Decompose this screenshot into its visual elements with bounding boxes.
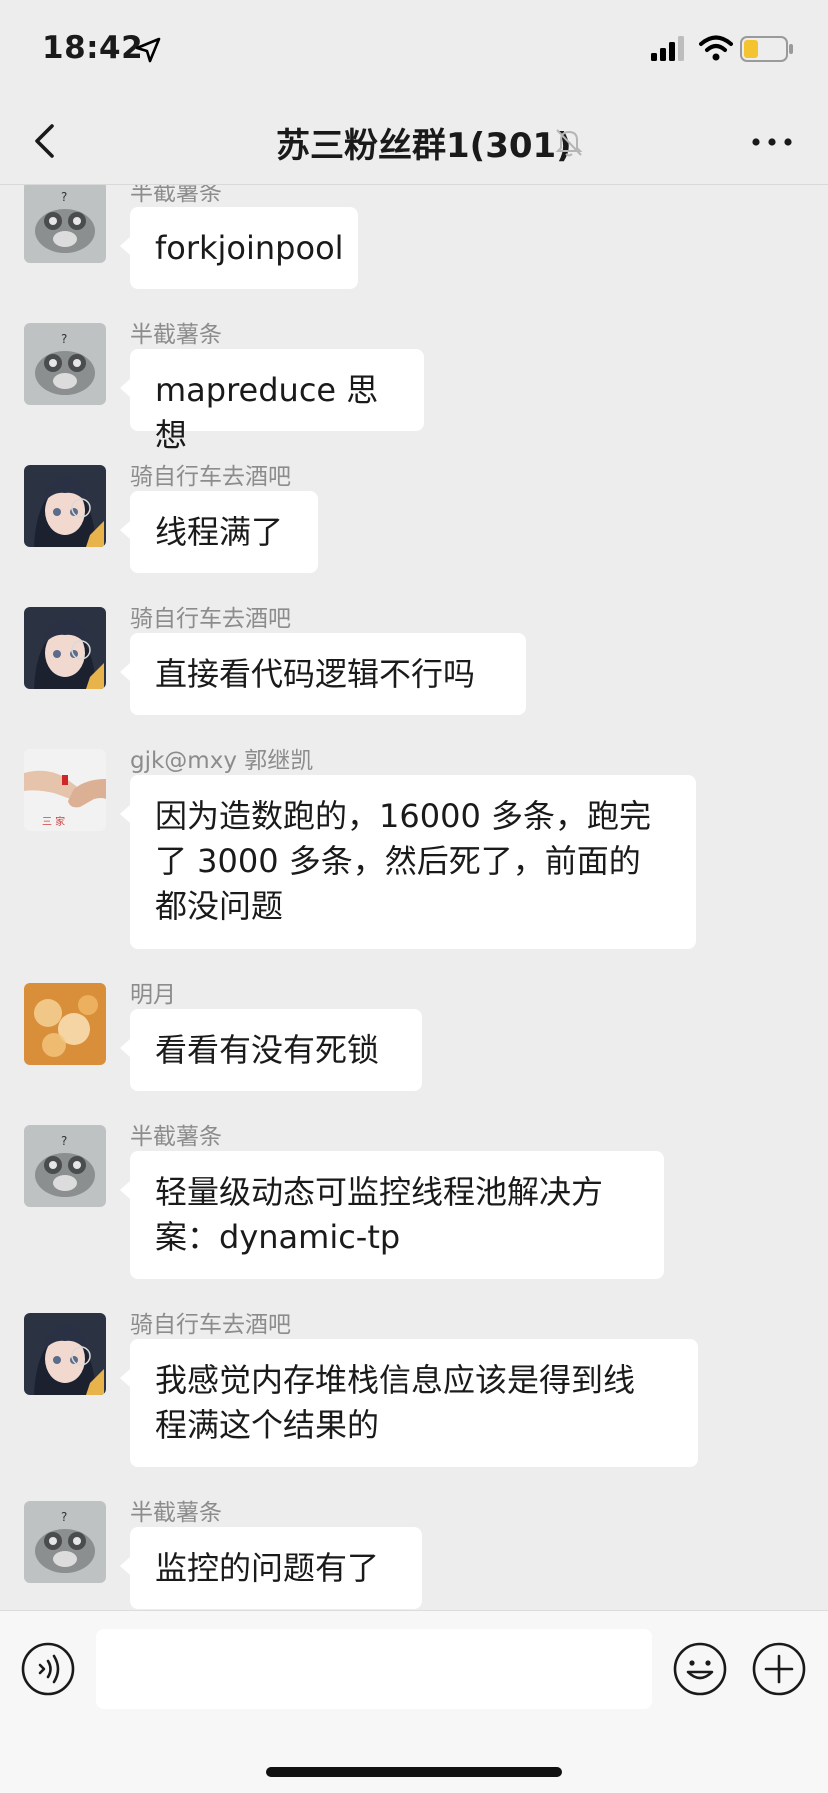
svg-text:?: ? bbox=[61, 332, 67, 346]
anime-girl-avatar[interactable] bbox=[24, 1313, 106, 1395]
sender-name: 骑自行车去酒吧 bbox=[130, 1312, 291, 1338]
svg-text:?: ? bbox=[61, 1510, 67, 1524]
sender-name: 骑自行车去酒吧 bbox=[130, 464, 291, 490]
svg-text:?: ? bbox=[61, 190, 67, 204]
cat-avatar[interactable]: ? bbox=[24, 1501, 106, 1583]
svg-text:三 家: 三 家 bbox=[42, 815, 65, 828]
message-bubble[interactable]: 监控的问题有了 bbox=[120, 1527, 422, 1609]
sender-name: 半截薯条 bbox=[130, 185, 222, 206]
message-list[interactable]: ? 半截薯条 forkjoinpool ? 半截薯条 mapreduce 思想 … bbox=[0, 185, 828, 1610]
voice-icon[interactable] bbox=[20, 1641, 76, 1697]
message-bubble[interactable]: 直接看代码逻辑不行吗 bbox=[120, 633, 526, 715]
sender-name: 半截薯条 bbox=[130, 1124, 222, 1150]
sender-name: 明月 bbox=[130, 982, 176, 1008]
message-bubble[interactable]: 轻量级动态可监控线程池解决方 案：dynamic-tp bbox=[120, 1151, 664, 1279]
cellular-signal-icon bbox=[651, 36, 684, 61]
bokeh-avatar[interactable] bbox=[24, 983, 106, 1065]
home-indicator[interactable] bbox=[266, 1767, 562, 1777]
plus-icon[interactable] bbox=[751, 1641, 807, 1697]
cat-avatar[interactable]: ? bbox=[24, 1125, 106, 1207]
location-arrow-icon bbox=[135, 37, 161, 63]
status-bar: 18:42 bbox=[0, 0, 828, 100]
anime-girl-avatar[interactable] bbox=[24, 465, 106, 547]
message-bubble[interactable]: forkjoinpool bbox=[120, 207, 358, 289]
message-bubble[interactable]: 我感觉内存堆栈信息应该是得到线 程满这个结果的 bbox=[120, 1339, 698, 1467]
sender-name: 骑自行车去酒吧 bbox=[130, 606, 291, 632]
sender-name: 半截薯条 bbox=[130, 322, 222, 348]
sender-name: gjk@mxy 郭继凯 bbox=[130, 748, 314, 774]
status-time: 18:42 bbox=[42, 30, 144, 66]
hands-avatar[interactable]: 三 家 bbox=[24, 749, 106, 831]
anime-girl-avatar[interactable] bbox=[24, 607, 106, 689]
cat-avatar[interactable]: ? bbox=[24, 185, 106, 263]
message-bubble[interactable]: 线程满了 bbox=[120, 491, 318, 573]
wifi-icon bbox=[699, 35, 733, 61]
message-bubble[interactable]: mapreduce 思想 bbox=[120, 349, 424, 454]
more-icon[interactable] bbox=[748, 126, 796, 158]
battery-low-icon bbox=[740, 36, 793, 62]
message-bubble[interactable]: 因为造数跑的，16000 多条，跑完 了 3000 多条，然后死了，前面的 都没… bbox=[120, 775, 696, 949]
mute-bell-icon bbox=[555, 129, 583, 157]
message-input[interactable] bbox=[96, 1629, 652, 1709]
sender-name: 半截薯条 bbox=[130, 1500, 222, 1526]
chat-header: 苏三粉丝群1(301) bbox=[0, 100, 828, 185]
cat-avatar[interactable]: ? bbox=[24, 323, 106, 405]
input-bar bbox=[0, 1610, 828, 1793]
svg-text:?: ? bbox=[61, 1134, 67, 1148]
back-chevron-icon[interactable] bbox=[26, 120, 66, 162]
emoji-icon[interactable] bbox=[672, 1641, 728, 1697]
message-bubble[interactable]: 看看有没有死锁 bbox=[120, 1009, 422, 1091]
chat-title: 苏三粉丝群1(301) bbox=[276, 126, 572, 166]
